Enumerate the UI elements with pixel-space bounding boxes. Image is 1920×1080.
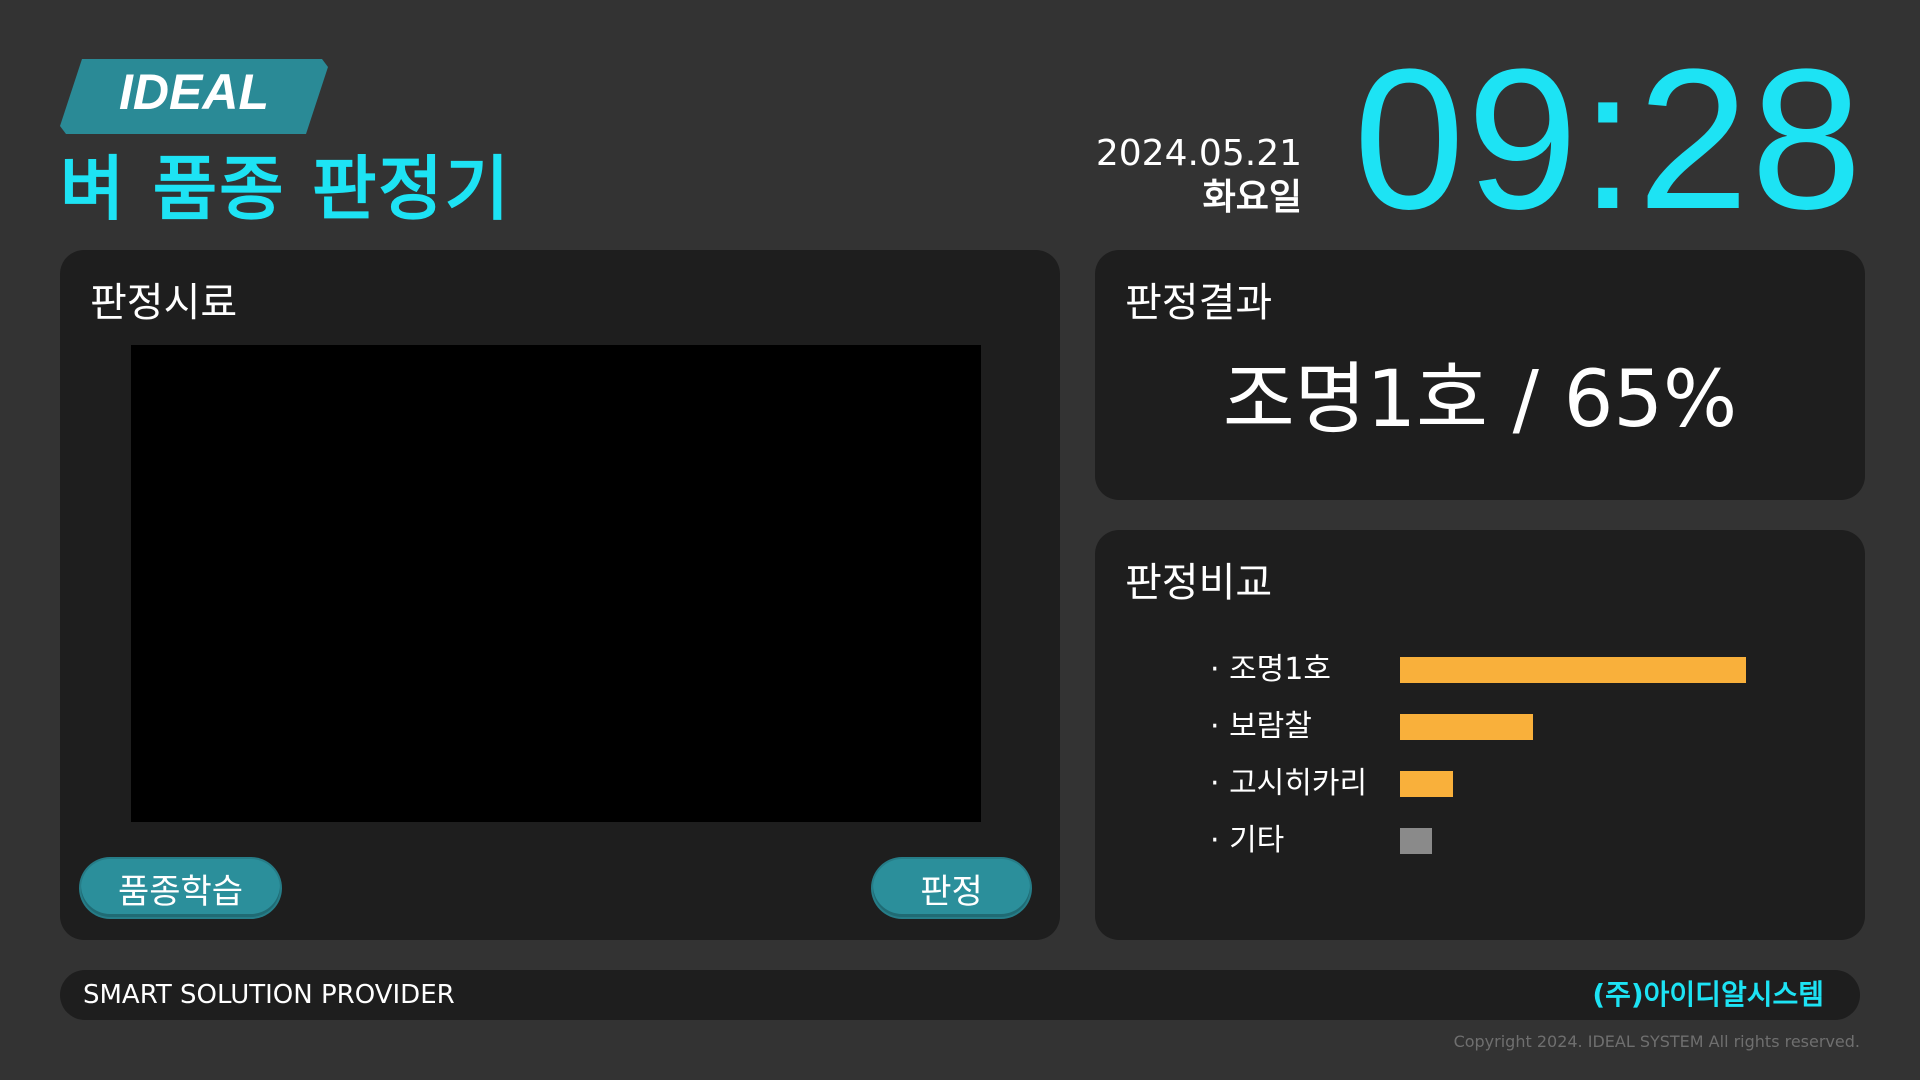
clock: 09:28 <box>1353 28 1864 251</box>
judge-button[interactable]: 판정 <box>873 859 1030 917</box>
compare-label: · 보람찰 <box>1210 709 1312 744</box>
date-text: 2024.05.21 <box>1095 133 1302 174</box>
compare-row: · 고시히카리 <box>1210 764 1810 804</box>
result-panel: 판정결과 조명1호 / 65% <box>1095 250 1865 500</box>
result-panel-title: 판정결과 <box>1125 280 1273 326</box>
weekday-text: 화요일 <box>1202 177 1302 218</box>
compare-bar <box>1400 828 1432 854</box>
ideal-logo: IDEAL <box>60 59 328 134</box>
result-value: 조명1호 / 65% <box>1222 355 1738 445</box>
logo-text: IDEAL <box>119 64 269 120</box>
footer-slogan: SMART SOLUTION PROVIDER <box>83 980 455 1010</box>
sample-panel: 판정시료 품종학습 판정 <box>60 250 1060 940</box>
compare-row: · 조명1호 <box>1210 650 1810 690</box>
app-title: 벼 품종 판정기 <box>60 148 512 230</box>
compare-panel: 판정비교 · 조명1호 · 보람찰 · 고시히카리 · 기타 <box>1095 530 1865 940</box>
copyright-text: Copyright 2024. IDEAL SYSTEM All rights … <box>1453 1032 1860 1051</box>
compare-bar <box>1400 657 1746 683</box>
compare-row: · 보람찰 <box>1210 707 1810 747</box>
page: IDEAL 벼 품종 판정기 2024.05.21 화요일 09:28 판정시료… <box>0 0 1920 1080</box>
compare-bar <box>1400 714 1533 740</box>
compare-row: · 기타 <box>1210 821 1810 861</box>
compare-label: · 조명1호 <box>1210 652 1331 687</box>
compare-bar <box>1400 771 1453 797</box>
footer-bar: SMART SOLUTION PROVIDER (주)아이디알시스템 <box>60 970 1860 1020</box>
compare-panel-title: 판정비교 <box>1125 560 1273 606</box>
compare-label: · 기타 <box>1210 823 1285 858</box>
company-name: (주)아이디알시스템 <box>1592 978 1824 1011</box>
variety-learn-button[interactable]: 품종학습 <box>81 859 280 917</box>
sample-image-viewer <box>131 345 981 822</box>
compare-label: · 고시히카리 <box>1210 766 1368 801</box>
sample-panel-title: 판정시료 <box>90 280 238 326</box>
